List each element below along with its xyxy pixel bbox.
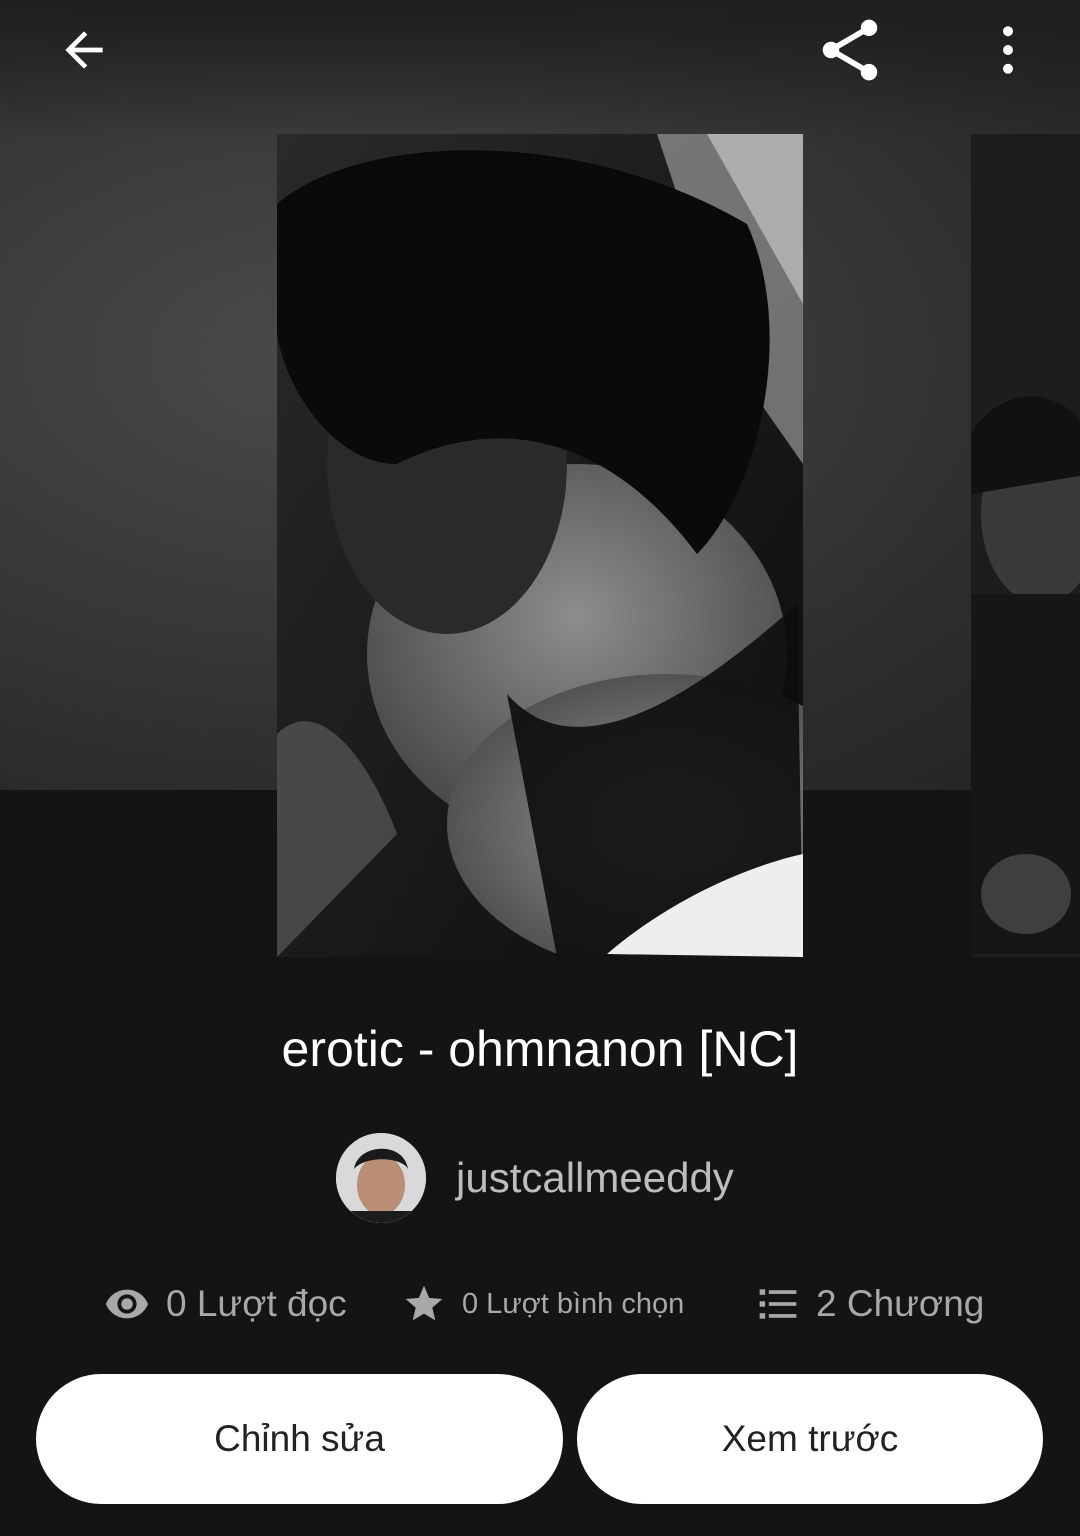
story-title: erotic - ohmnanon [NC] [281,1021,799,1077]
list-icon [756,1282,800,1326]
edit-button[interactable]: Chỉnh sửa [36,1374,563,1504]
arrow-left-icon [65,31,103,69]
star-icon [402,1282,446,1326]
story-details-screen: erotic - ohmnanon [NC] justcallmeeddy 0 … [0,0,1080,1536]
author-info[interactable]: justcallmeeddy [336,1132,734,1224]
more-options-button[interactable] [968,10,1048,90]
next-story-cover-image[interactable] [971,134,1080,957]
reads-stat: 0 Lượt đọc [104,1272,347,1336]
back-button[interactable] [44,10,124,90]
reads-count: 0 Lượt đọc [166,1283,347,1324]
story-stats: 0 Lượt đọc 0 Lượt bình chọn 2 Chương [0,1272,1080,1336]
eye-icon [104,1281,150,1327]
share-icon [822,19,878,81]
chapters-stat[interactable]: 2 Chương [756,1272,984,1336]
top-bar [0,0,1080,100]
chapters-count: 2 Chương [816,1283,985,1324]
author-name[interactable]: justcallmeeddy [456,1154,734,1202]
votes-stat: 0 Lượt bình chọn [402,1272,684,1336]
preview-button[interactable]: Xem trước [577,1374,1043,1504]
share-button[interactable] [810,10,890,90]
more-vertical-icon [1003,26,1013,74]
story-cover-image[interactable] [277,134,803,957]
votes-count: 0 Lượt bình chọn [462,1287,685,1320]
avatar[interactable] [336,1133,426,1223]
